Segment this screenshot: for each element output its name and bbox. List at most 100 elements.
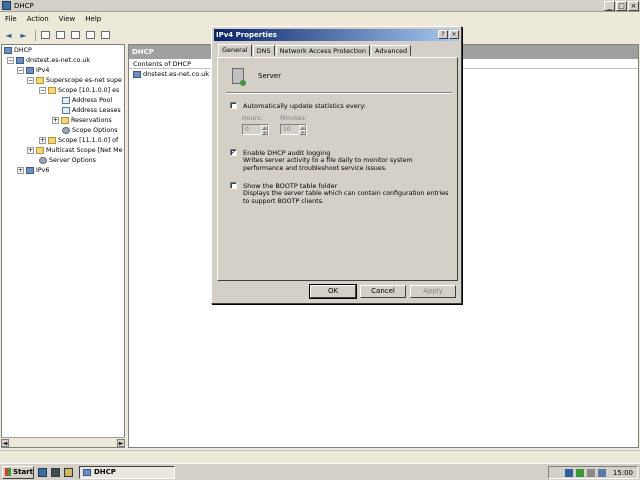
back-button[interactable]: ◄ <box>2 29 15 41</box>
tab-network-access-protection[interactable]: Network Access Protection <box>275 45 371 56</box>
help-button[interactable] <box>69 29 82 41</box>
collapse-expander[interactable]: − <box>39 87 46 94</box>
tree-item-label: IPv6 <box>36 167 50 174</box>
clock[interactable]: 15:00 <box>613 469 633 477</box>
tree-item-superscope[interactable]: − Superscope es-net supe <box>27 76 122 85</box>
monitor-icon[interactable] <box>597 468 606 477</box>
system-tray: 15:00 <box>548 466 638 479</box>
show-hide-tree-button[interactable] <box>39 29 52 41</box>
powershell-quicklaunch-icon[interactable] <box>51 467 60 477</box>
dhcp-app-icon <box>2 1 11 10</box>
windows-logo-icon <box>5 468 12 476</box>
tree-item-label: Address Leases <box>72 107 121 114</box>
properties-button[interactable] <box>84 29 97 41</box>
audit-logging-label: Enable DHCP audit logging <box>243 149 331 157</box>
apply-button[interactable]: Apply <box>410 285 456 298</box>
expand-expander[interactable]: + <box>52 117 59 124</box>
folder-icon <box>61 117 69 124</box>
help-icon <box>71 31 80 39</box>
collapse-expander[interactable]: − <box>17 67 24 74</box>
auto-update-label: Automatically update statistics every: <box>243 102 366 110</box>
expand-expander[interactable]: + <box>27 147 34 154</box>
tree-item-label: Scope Options <box>72 127 118 134</box>
hours-spinner[interactable]: 0 ▲ ▼ <box>242 124 269 135</box>
menu-view[interactable]: View <box>54 15 81 23</box>
folder-icon <box>48 87 56 94</box>
ipv4-properties-dialog: IPv4 Properties ? × General DNS Network … <box>211 26 462 304</box>
taskbar: Start DHCP 15:00 <box>0 463 640 480</box>
auto-update-checkbox[interactable] <box>230 102 237 109</box>
tab-dns[interactable]: DNS <box>252 45 275 56</box>
tree-item-label: Server Options <box>49 157 96 164</box>
folder-icon <box>48 137 56 144</box>
tree-item-address-pool[interactable]: Address Pool <box>62 96 112 105</box>
network-icon[interactable] <box>575 468 584 477</box>
tree-item-multicast-scope[interactable]: + Multicast Scope [Net Me <box>27 146 122 155</box>
status-bar <box>0 450 640 462</box>
tree-item-server-options[interactable]: Server Options <box>39 156 96 165</box>
tree-item-scope-options[interactable]: Scope Options <box>62 126 117 135</box>
dialog-close-button[interactable]: × <box>449 30 459 39</box>
minimize-button[interactable]: _ <box>604 0 615 11</box>
menu-help[interactable]: Help <box>80 15 106 23</box>
tree-item-scope-11[interactable]: + Scope [11.1.0.0] of <box>39 136 118 145</box>
main-titlebar: DHCP _ □ × <box>0 0 640 12</box>
tree-item-reservations[interactable]: + Reservations <box>52 116 112 125</box>
scroll-right-arrow[interactable]: ► <box>117 439 125 447</box>
tree-item-dhcp[interactable]: DHCP <box>4 46 32 55</box>
language-icon[interactable] <box>564 468 573 477</box>
console-tree[interactable]: DHCP − dnstest.es-net.co.uk − IPv4 − Sup… <box>1 44 125 448</box>
window-title: DHCP <box>14 1 34 10</box>
folder-icon <box>36 77 44 84</box>
start-button[interactable]: Start <box>2 465 34 479</box>
ipv6-icon <box>26 167 34 174</box>
menu-file[interactable]: File <box>0 15 22 23</box>
tree-item-server[interactable]: − dnstest.es-net.co.uk <box>7 56 90 65</box>
list-item-label: dnstest.es-net.co.uk <box>143 70 210 78</box>
minutes-down-arrow[interactable]: ▼ <box>299 130 306 135</box>
explorer-quicklaunch-icon[interactable] <box>64 467 73 477</box>
console-tree-icon <box>41 31 50 39</box>
minutes-spinner[interactable]: 10 ▲ ▼ <box>280 124 307 135</box>
cancel-button[interactable]: Cancel <box>360 285 406 298</box>
forward-button[interactable]: ► <box>17 29 30 41</box>
speaker-icon[interactable] <box>586 468 595 477</box>
divider <box>226 92 452 94</box>
ok-button[interactable]: OK <box>310 285 356 298</box>
menu-action[interactable]: Action <box>22 15 54 23</box>
scroll-left-arrow[interactable]: ◄ <box>1 439 9 447</box>
server-label: Server <box>258 72 281 80</box>
collapse-expander[interactable]: − <box>7 57 14 64</box>
tree-horizontal-scrollbar[interactable]: ◄ ► <box>1 437 125 447</box>
maximize-button[interactable]: □ <box>616 0 627 11</box>
bootp-description: Displays the server table which can cont… <box>243 190 449 205</box>
start-label: Start <box>13 468 33 476</box>
tree-item-label: Reservations <box>71 117 112 124</box>
tree-item-scope-10[interactable]: − Scope [10.1.0.0] es <box>39 86 119 95</box>
collapse-expander[interactable]: − <box>27 77 34 84</box>
tab-general[interactable]: General <box>218 44 252 57</box>
doc-icon <box>62 107 70 114</box>
expand-expander[interactable]: + <box>17 167 24 174</box>
tab-advanced[interactable]: Advanced <box>371 45 412 56</box>
taskbar-dhcp-button[interactable]: DHCP <box>79 465 175 479</box>
export-list-button[interactable] <box>54 29 67 41</box>
refresh-button[interactable] <box>99 29 112 41</box>
tree-item-address-leases[interactable]: Address Leases <box>62 106 121 115</box>
menu-bar: File Action View Help <box>0 13 640 25</box>
server-icon <box>4 47 12 54</box>
tree-item-label: Address Pool <box>72 97 113 104</box>
tree-item-label: Scope [11.1.0.0] of <box>58 137 119 144</box>
hours-down-arrow[interactable]: ▼ <box>261 130 268 135</box>
server-manager-quicklaunch-icon[interactable] <box>38 467 47 477</box>
dialog-help-button[interactable]: ? <box>438 30 448 39</box>
gear-icon <box>62 127 70 134</box>
tree-item-ipv6[interactable]: + IPv6 <box>17 166 49 175</box>
audit-logging-checkbox[interactable]: ✓ <box>230 149 237 156</box>
close-button[interactable]: × <box>628 0 639 11</box>
bootp-label: Show the BOOTP table folder <box>243 182 338 190</box>
bootp-checkbox[interactable] <box>230 182 237 189</box>
doc-icon <box>62 97 70 104</box>
tree-item-ipv4[interactable]: − IPv4 <box>17 66 49 75</box>
expand-expander[interactable]: + <box>39 137 46 144</box>
